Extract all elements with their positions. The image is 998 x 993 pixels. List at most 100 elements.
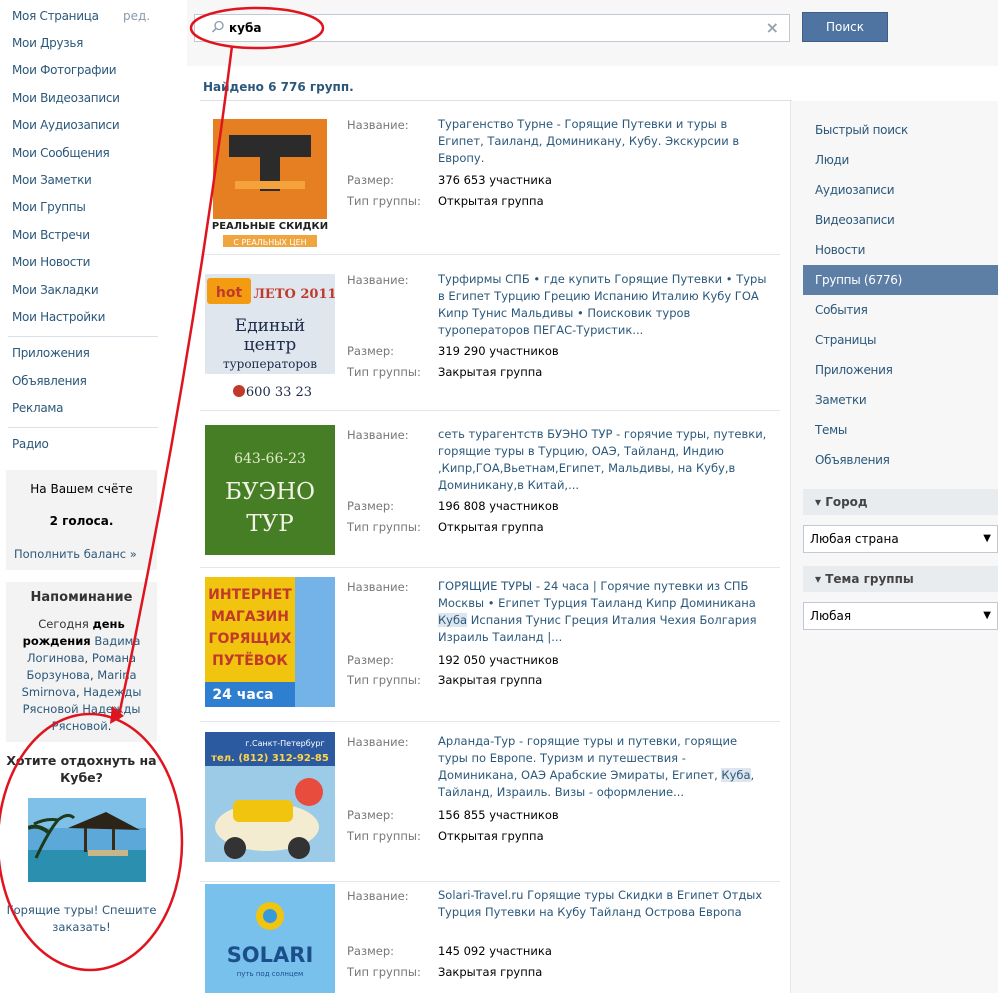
group-name-link[interactable]: сеть турагентств БУЭНО ТУР - горячие тур… bbox=[438, 426, 768, 494]
filter-apps[interactable]: Приложения bbox=[815, 363, 893, 377]
topic-filter-header[interactable]: ▾ Тема группы bbox=[803, 566, 998, 592]
results-count: Найдено 6 776 групп. bbox=[203, 80, 354, 94]
thumb-text: г.Санкт-Петербург bbox=[245, 739, 324, 748]
filter-news[interactable]: Новости bbox=[815, 243, 865, 257]
balance-label: На Вашем счёте bbox=[30, 482, 133, 496]
group-name-link[interactable]: ГОРЯЩИЕ ТУРЫ - 24 часа | Горячие путевки… bbox=[438, 578, 768, 646]
ad-title: Хотите отдохнуть на Кубе? bbox=[6, 753, 157, 785]
thumb-text: ТУР bbox=[246, 511, 293, 537]
field-label-size: Размер: bbox=[347, 653, 395, 667]
nav-edit-link[interactable]: ред. bbox=[123, 9, 150, 23]
nav-my-settings[interactable]: Мои Настройки bbox=[12, 310, 105, 324]
field-label-name: Название: bbox=[347, 889, 409, 903]
thumb-text: туроператоров bbox=[223, 357, 317, 371]
thumb-text: ЛЕТО 2011 bbox=[253, 287, 335, 302]
filter-quick-search[interactable]: Быстрый поиск bbox=[815, 123, 908, 137]
result-row: РЕАЛЬНЫЕ СКИДКИ С РЕАЛЬНЫХ ЦЕН Название:… bbox=[190, 101, 790, 256]
thumb-text: путь под солнцем bbox=[237, 970, 304, 978]
nav-radio[interactable]: Радио bbox=[12, 437, 49, 451]
group-size: 192 050 участников bbox=[438, 653, 559, 667]
field-label-size: Размер: bbox=[347, 499, 395, 513]
nav-my-audio[interactable]: Мои Аудиозаписи bbox=[12, 118, 120, 132]
nav-my-photos[interactable]: Мои Фотографии bbox=[12, 63, 117, 77]
nav-apps[interactable]: Приложения bbox=[12, 346, 90, 360]
thumb-text: МАГАЗИН bbox=[211, 609, 289, 625]
group-type: Открытая группа bbox=[438, 520, 544, 534]
city-select-value: Любая страна bbox=[810, 532, 899, 546]
balance-box: На Вашем счёте 2 голоса. Пополнить балан… bbox=[6, 470, 157, 570]
dropdown-arrow-icon: ▼ bbox=[983, 533, 991, 544]
result-row: 643-66-23 БУЭНО ТУР Название: сеть тураг… bbox=[190, 411, 790, 569]
group-size: 376 653 участника bbox=[438, 173, 552, 187]
thumb-text: 24 часа bbox=[212, 687, 273, 703]
sidebar-ad[interactable]: Хотите отдохнуть на Кубе? Горящие туры! … bbox=[6, 742, 157, 957]
row-divider bbox=[200, 567, 780, 568]
group-name-link[interactable]: Solari-Travel.ru Горящие туры Скидки в Е… bbox=[438, 887, 768, 921]
nav-advertising[interactable]: Реклама bbox=[12, 401, 64, 415]
group-type: Открытая группа bbox=[438, 194, 544, 208]
group-thumbnail[interactable]: hot ЛЕТО 2011 Единый центр туроператоров… bbox=[205, 264, 335, 404]
filter-topics[interactable]: Темы bbox=[815, 423, 847, 437]
group-thumbnail[interactable]: РЕАЛЬНЫЕ СКИДКИ С РЕАЛЬНЫХ ЦЕН bbox=[205, 119, 335, 249]
group-name-link[interactable]: Арланда-Тур - горящие туры и путевки, го… bbox=[438, 733, 768, 801]
field-label-name: Название: bbox=[347, 580, 409, 594]
group-name-link[interactable]: Турагенство Турне - Горящие Путевки и ту… bbox=[438, 116, 768, 167]
thumb-text: С РЕАЛЬНЫХ ЦЕН bbox=[233, 238, 306, 247]
search-filters-panel: Быстрый поиск Люди Аудиозаписи Видеозапи… bbox=[790, 101, 998, 993]
ad-beach-image[interactable] bbox=[28, 798, 146, 882]
left-sidebar: Моя Страница ред. Мои Друзья Мои Фотогра… bbox=[0, 0, 165, 993]
city-filter-header[interactable]: ▾ Город bbox=[803, 489, 998, 515]
group-type: Открытая группа bbox=[438, 829, 544, 843]
filter-groups-active[interactable]: Группы (6776) bbox=[803, 265, 998, 295]
filter-events[interactable]: События bbox=[815, 303, 868, 317]
field-label-type: Тип группы: bbox=[347, 673, 421, 687]
clear-search-icon[interactable]: × bbox=[766, 18, 779, 37]
nav-my-events[interactable]: Мои Встречи bbox=[12, 228, 90, 242]
thumb-text: тел. (812) 312-92-85 bbox=[211, 753, 329, 764]
nav-my-news[interactable]: Мои Новости bbox=[12, 255, 90, 269]
thumb-text: центр bbox=[244, 335, 297, 355]
nav-my-bookmarks[interactable]: Мои Закладки bbox=[12, 283, 99, 297]
group-thumbnail[interactable]: ИНТЕРНЕТ МАГАЗИН ГОРЯЩИХ ПУТЁВОК 24 часа bbox=[205, 577, 335, 707]
ad-text: Горящие туры! Спешите заказать! bbox=[6, 903, 157, 934]
field-label-name: Название: bbox=[347, 273, 409, 287]
thumb-text: 600 33 23 bbox=[246, 385, 312, 400]
top-up-balance-link[interactable]: Пополнить баланс » bbox=[14, 547, 137, 561]
search-input[interactable] bbox=[229, 19, 749, 37]
nav-my-videos[interactable]: Мои Видеозаписи bbox=[12, 91, 120, 105]
search-field[interactable]: × bbox=[194, 14, 790, 42]
field-label-type: Тип группы: bbox=[347, 829, 421, 843]
group-thumbnail[interactable]: 643-66-23 БУЭНО ТУР bbox=[205, 425, 335, 555]
group-type: Закрытая группа bbox=[438, 365, 543, 379]
row-divider bbox=[200, 721, 780, 722]
thumb-text: SOLARI bbox=[227, 943, 314, 967]
thumb-text: hot bbox=[216, 285, 243, 301]
row-divider bbox=[200, 254, 780, 255]
field-label-type: Тип группы: bbox=[347, 520, 421, 534]
city-select[interactable]: Любая страна ▼ bbox=[803, 525, 998, 553]
thumb-text: БУЭНО bbox=[225, 479, 315, 505]
result-row: ИНТЕРНЕТ МАГАЗИН ГОРЯЩИХ ПУТЁВОК 24 часа… bbox=[190, 569, 790, 724]
result-row: hot ЛЕТО 2011 Единый центр туроператоров… bbox=[190, 256, 790, 411]
filter-video[interactable]: Видеозаписи bbox=[815, 213, 895, 227]
nav-my-groups[interactable]: Мои Группы bbox=[12, 200, 86, 214]
nav-my-page[interactable]: Моя Страница bbox=[12, 9, 99, 23]
topic-select[interactable]: Любая ▼ bbox=[803, 602, 998, 630]
group-type: Закрытая группа bbox=[438, 673, 543, 687]
nav-my-notes[interactable]: Мои Заметки bbox=[12, 173, 92, 187]
thumb-text: РЕАЛЬНЫЕ СКИДКИ bbox=[212, 221, 328, 232]
nav-my-messages[interactable]: Мои Сообщения bbox=[12, 146, 110, 160]
nav-my-friends[interactable]: Мои Друзья bbox=[12, 36, 83, 50]
filter-pages[interactable]: Страницы bbox=[815, 333, 877, 347]
field-label-type: Тип группы: bbox=[347, 365, 421, 379]
group-thumbnail[interactable]: SOLARI путь под солнцем bbox=[205, 884, 335, 993]
search-button[interactable]: Поиск bbox=[802, 12, 888, 42]
nav-ads[interactable]: Объявления bbox=[12, 374, 87, 388]
thumb-text: ГОРЯЩИХ bbox=[209, 631, 292, 647]
filter-audio[interactable]: Аудиозаписи bbox=[815, 183, 895, 197]
filter-ads[interactable]: Объявления bbox=[815, 453, 890, 467]
filter-people[interactable]: Люди bbox=[815, 153, 849, 167]
filter-notes[interactable]: Заметки bbox=[815, 393, 867, 407]
group-thumbnail[interactable]: г.Санкт-Петербург тел. (812) 312-92-85 bbox=[205, 732, 335, 862]
group-name-link[interactable]: Турфирмы СПБ • где купить Горящие Путевк… bbox=[438, 271, 768, 339]
